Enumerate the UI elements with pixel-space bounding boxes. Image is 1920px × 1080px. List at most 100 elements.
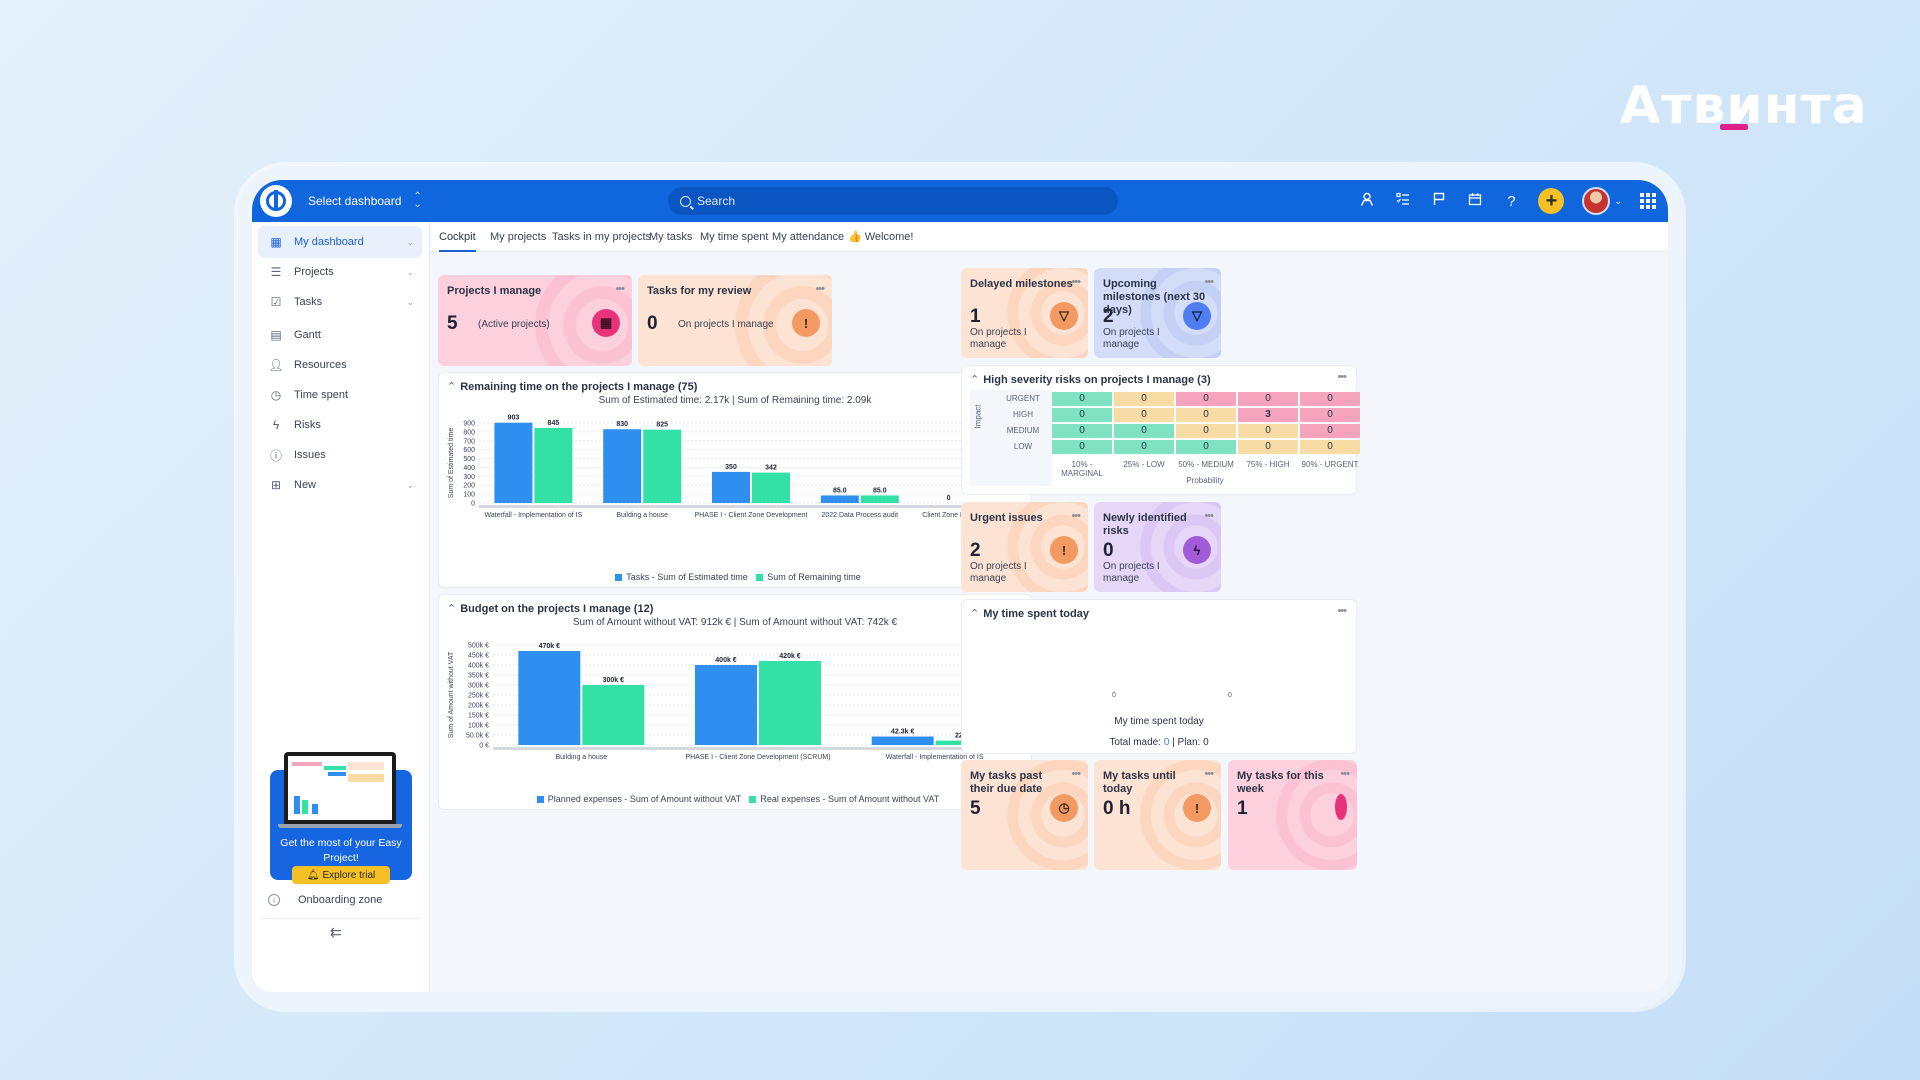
calendar-icon[interactable] — [1466, 192, 1484, 210]
bar[interactable] — [518, 651, 581, 745]
more-options-icon[interactable]: ••• — [1071, 768, 1081, 780]
risk-cell[interactable]: 0 — [1238, 424, 1298, 438]
tab-my-attendance[interactable]: My attendance — [772, 222, 844, 252]
tab-tasks-in-my-projects[interactable]: Tasks in my projects — [552, 222, 651, 252]
sidebar-item-time-spent[interactable]: ◷ Time spent — [258, 379, 422, 411]
bar[interactable] — [494, 422, 533, 503]
chevron-down-icon[interactable]: ⌄ — [406, 237, 414, 248]
risk-cell[interactable]: 0 — [1300, 392, 1360, 406]
sidebar-item-gantt[interactable]: ▤ Gantt — [258, 319, 422, 351]
bar[interactable] — [534, 427, 573, 503]
collapse-sidebar-icon[interactable]: ⇇ — [330, 924, 342, 941]
risk-cell[interactable]: 0 — [1114, 424, 1174, 438]
bar[interactable] — [860, 495, 899, 503]
user-icon[interactable] — [1358, 192, 1376, 210]
bar[interactable] — [820, 495, 859, 503]
sidebar-item-new[interactable]: ⊞ New ⌄ — [258, 469, 422, 501]
legend-label[interactable]: Real expenses - Sum of Amount without VA… — [760, 794, 939, 804]
kpi-tasks-until-today[interactable]: My tasks until today ••• 0 h ! — [1094, 760, 1221, 870]
risk-cell[interactable]: 0 — [1300, 424, 1360, 438]
bar[interactable] — [643, 429, 682, 503]
risk-cell[interactable]: 0 — [1052, 424, 1112, 438]
risk-cell[interactable]: 0 — [1176, 424, 1236, 438]
bar[interactable] — [712, 471, 750, 503]
sidebar-item-projects[interactable]: ☰ Projects ⌄ — [258, 256, 422, 288]
more-options-icon[interactable]: ••• — [1340, 768, 1350, 780]
collapse-caret-icon[interactable]: ⌃ — [970, 608, 979, 620]
collapse-caret-icon[interactable]: ⌃ — [447, 381, 456, 393]
tab-my-time-spent[interactable]: My time spent — [700, 222, 768, 252]
sidebar-item-my-dashboard[interactable]: ▦ My dashboard ⌄ — [258, 226, 422, 258]
risk-cell[interactable]: 0 — [1238, 392, 1298, 406]
help-icon[interactable]: ? — [1502, 193, 1520, 210]
total-value[interactable]: 0 — [1164, 737, 1170, 748]
legend-label[interactable]: Sum of Remaining time — [767, 572, 861, 582]
app-logo[interactable] — [260, 185, 292, 217]
risk-cell[interactable]: 0 — [1114, 408, 1174, 422]
panel-title[interactable]: ⌃ High severity risks on projects I manag… — [970, 373, 1211, 386]
legend-label[interactable]: Tasks - Sum of Estimated time — [626, 572, 748, 582]
more-options-icon[interactable]: ••• — [815, 283, 825, 295]
select-dashboard-button[interactable]: Select dashboard — [308, 194, 401, 208]
tab-my-tasks[interactable]: My tasks — [649, 222, 692, 252]
more-options-icon[interactable]: ••• — [1204, 768, 1214, 780]
explore-trial-button[interactable]: 🔔︎ Explore trial — [292, 866, 390, 884]
panel-title[interactable]: ⌃ My time spent today — [970, 607, 1089, 620]
search-input[interactable]: Search — [668, 187, 1118, 215]
collapse-caret-icon[interactable]: ⌃ — [447, 603, 456, 615]
more-options-icon[interactable]: ••• — [1071, 510, 1081, 522]
more-options-icon[interactable]: ••• — [1337, 371, 1347, 383]
updown-chevron-icon[interactable]: ⌃ ⌄ — [413, 192, 421, 210]
kpi-tasks-this-week[interactable]: My tasks for this week ••• 1 — [1228, 760, 1357, 870]
kpi-newly-identified-risks[interactable]: Newly identified risks ••• 0 On projects… — [1094, 502, 1221, 592]
sidebar-item-issues[interactable]: ⓘ Issues — [258, 439, 422, 471]
chevron-down-icon[interactable]: ⌄ — [1614, 196, 1622, 207]
bar[interactable] — [603, 429, 642, 503]
apps-grid-icon[interactable] — [1640, 193, 1656, 209]
chevron-down-icon[interactable]: ⌄ — [406, 297, 414, 308]
more-options-icon[interactable]: ••• — [1337, 605, 1347, 617]
more-options-icon[interactable]: ••• — [1204, 510, 1214, 522]
kpi-upcoming-milestones[interactable]: Upcoming milestones (next 30 days) ••• 2… — [1094, 268, 1221, 358]
risk-cell[interactable]: 0 — [1300, 408, 1360, 422]
legend-label[interactable]: Planned expenses - Sum of Amount without… — [548, 794, 741, 804]
collapse-caret-icon[interactable]: ⌃ — [970, 374, 979, 386]
risk-cell[interactable]: 0 — [1052, 392, 1112, 406]
onboarding-zone-link[interactable]: i Onboarding zone — [268, 894, 382, 906]
panel-title[interactable]: ⌃ Budget on the projects I manage (12) — [447, 602, 653, 615]
risk-cell[interactable]: 0 — [1176, 392, 1236, 406]
risk-cell[interactable]: 0 — [1114, 392, 1174, 406]
risk-cell[interactable]: 0 — [1238, 440, 1298, 454]
kpi-projects-i-manage[interactable]: Projects I manage ••• 5 (Active projects… — [438, 275, 632, 366]
kpi-tasks-past-due[interactable]: My tasks past their due date ••• 5 ◷ — [961, 760, 1088, 870]
bar[interactable] — [871, 736, 934, 745]
bar[interactable] — [582, 685, 645, 745]
sidebar-item-resources[interactable]: 👤︎ Resources — [258, 349, 422, 381]
checklist-icon[interactable] — [1394, 192, 1412, 210]
tab-cockpit[interactable]: Cockpit — [439, 222, 476, 252]
bar[interactable] — [759, 661, 821, 745]
add-button[interactable]: + — [1538, 188, 1565, 214]
tab-welcome[interactable]: 👍 Welcome! — [848, 222, 913, 252]
sidebar-item-tasks[interactable]: ☑ Tasks ⌄ — [258, 286, 422, 318]
bar[interactable] — [752, 472, 790, 503]
risk-cell[interactable]: 0 — [1052, 408, 1112, 422]
kpi-delayed-milestones[interactable]: Delayed milestones ••• 1 On projects I m… — [961, 268, 1088, 358]
risk-cell[interactable]: 0 — [1052, 440, 1112, 454]
flag-icon[interactable] — [1430, 192, 1448, 210]
sidebar-item-risks[interactable]: ϟ Risks — [258, 409, 422, 441]
risk-cell[interactable]: 0 — [1114, 440, 1174, 454]
panel-title[interactable]: ⌃ Remaining time on the projects I manage… — [447, 380, 697, 393]
more-options-icon[interactable]: ••• — [615, 283, 625, 295]
bar[interactable] — [695, 665, 757, 745]
risk-cell[interactable]: 3 — [1238, 408, 1298, 422]
avatar[interactable] — [1582, 187, 1611, 215]
chevron-down-icon[interactable]: ⌄ — [406, 480, 414, 491]
more-options-icon[interactable]: ••• — [1204, 276, 1214, 288]
kpi-urgent-issues[interactable]: Urgent issues ••• 2 On projects I manage… — [961, 502, 1088, 592]
risk-cell[interactable]: 0 — [1300, 440, 1360, 454]
risk-cell[interactable]: 0 — [1176, 408, 1236, 422]
more-options-icon[interactable]: ••• — [1071, 276, 1081, 288]
tab-my-projects[interactable]: My projects — [490, 222, 546, 252]
kpi-tasks-for-review[interactable]: Tasks for my review ••• 0 On projects I … — [638, 275, 832, 366]
